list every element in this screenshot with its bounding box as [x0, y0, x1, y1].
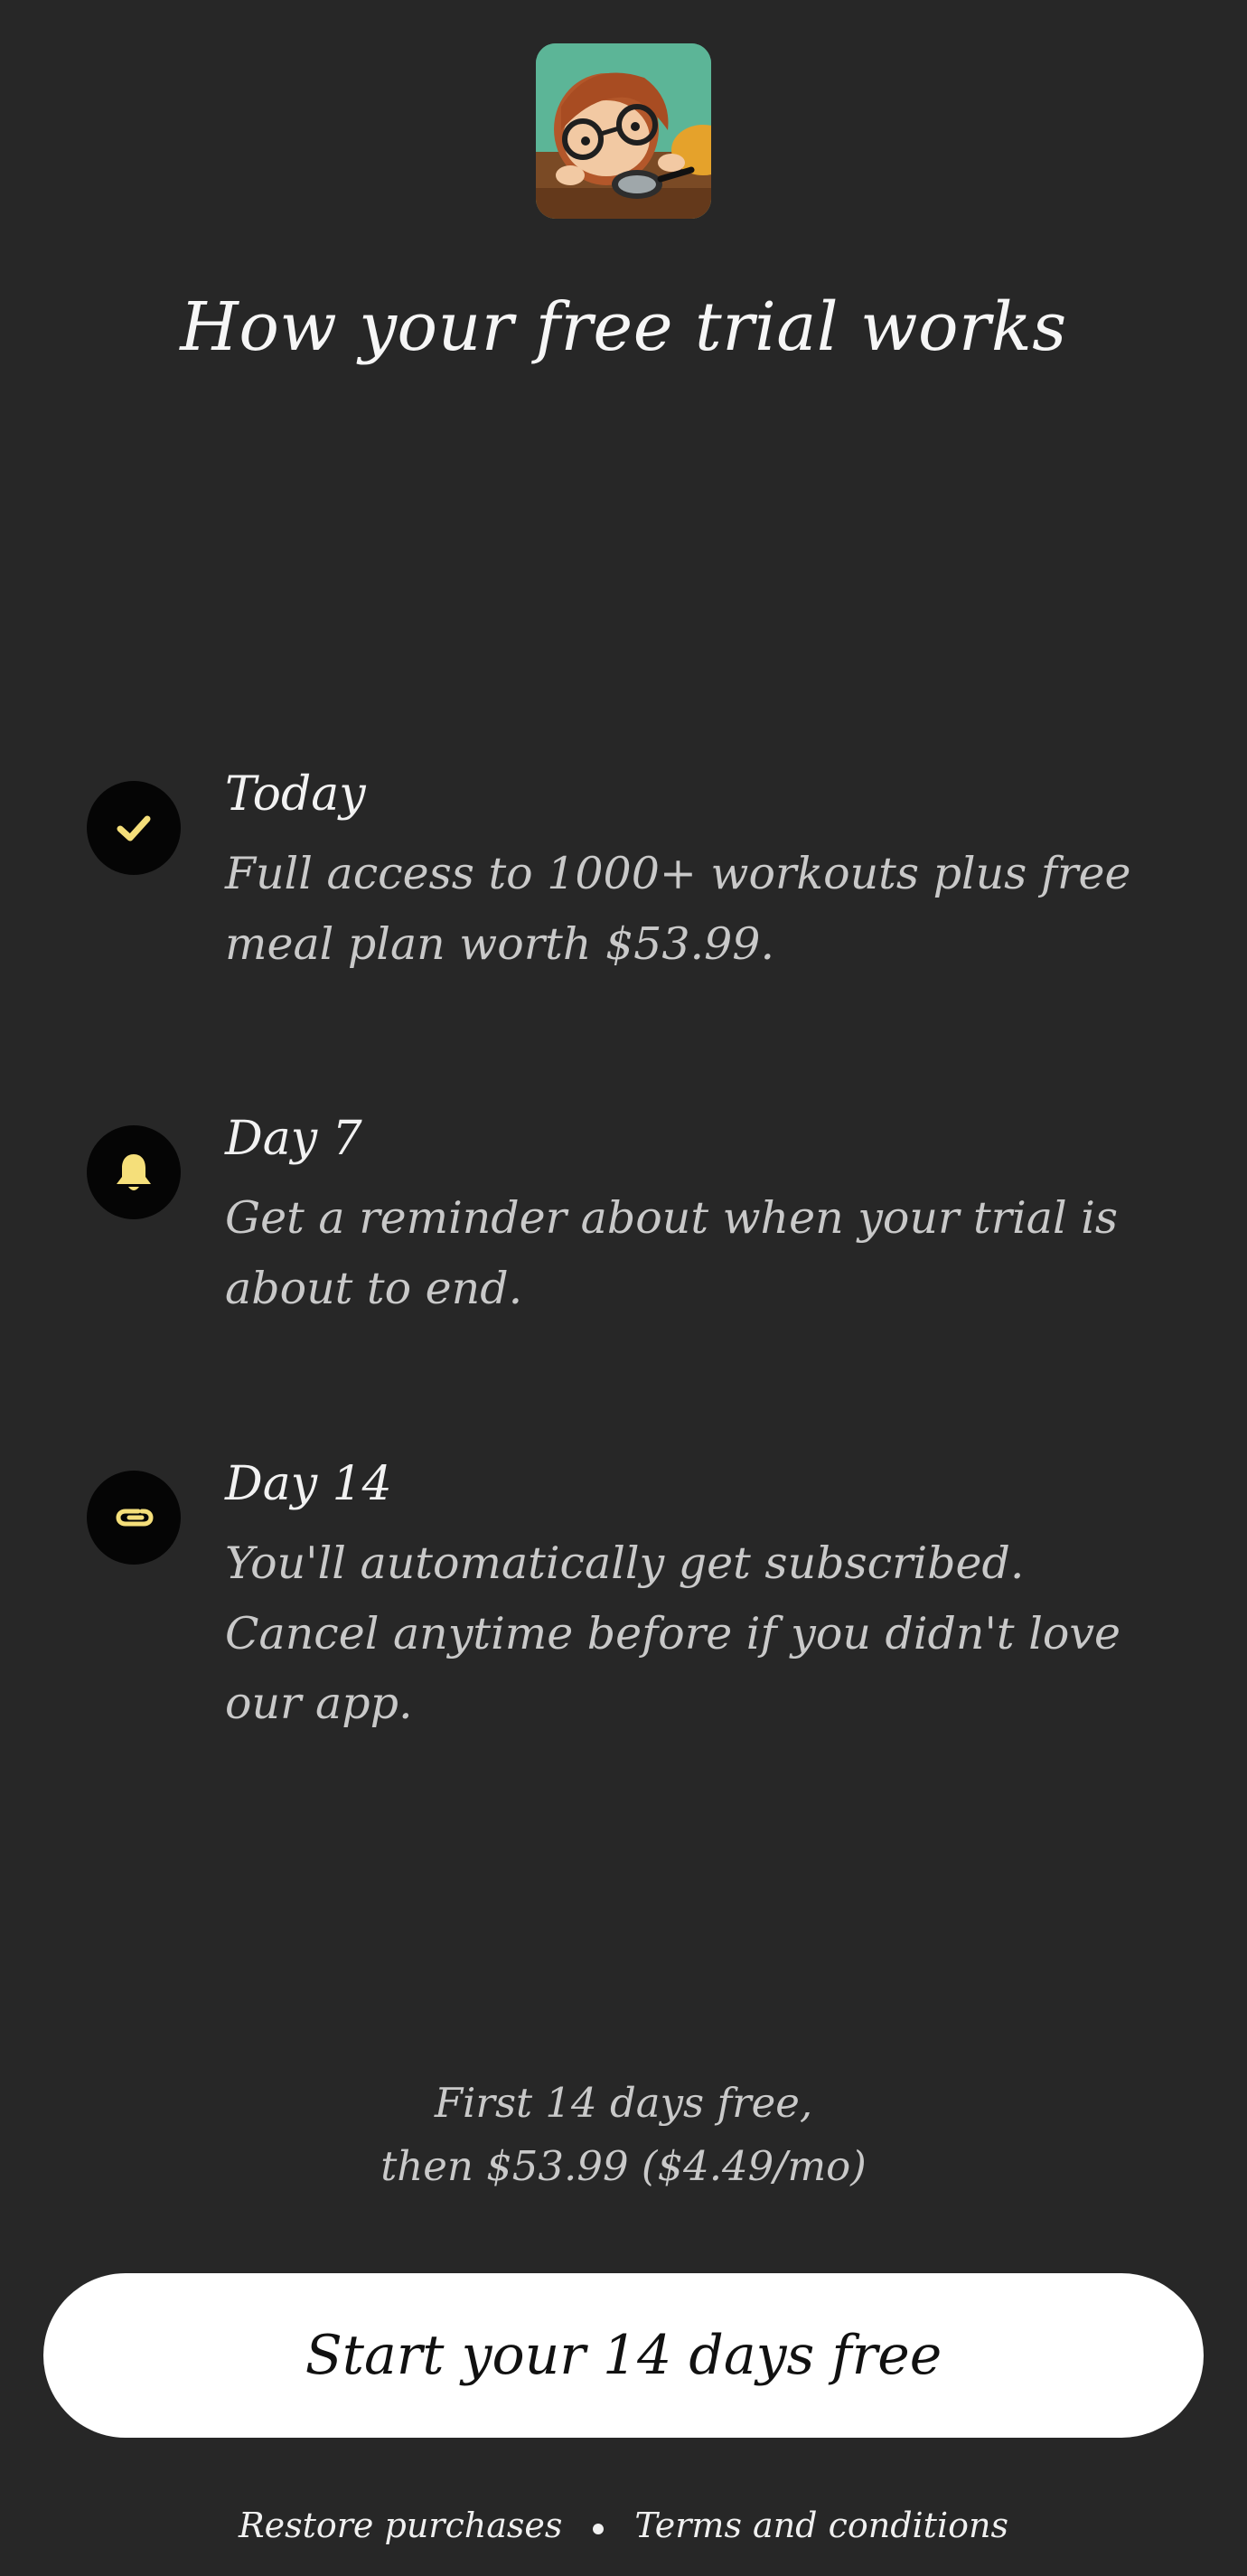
check-icon — [87, 781, 181, 875]
separator-dot — [593, 2524, 605, 2534]
timeline-heading: Today — [225, 767, 366, 822]
bell-icon — [87, 1125, 181, 1219]
app-logo-illustration — [536, 43, 711, 219]
pricing-line-2: then $53.99 ($4.49/mo) — [380, 2141, 867, 2190]
timeline-heading: Day 14 — [225, 1457, 392, 1511]
start-trial-button[interactable]: Start your 14 days free — [43, 2273, 1204, 2438]
paperclip-icon — [87, 1471, 181, 1565]
pricing-line-1: First 14 days free, — [434, 2079, 813, 2127]
pricing-note: First 14 days free, then $53.99 ($4.49/m… — [0, 2072, 1247, 2198]
app-icon — [536, 43, 711, 219]
page-title: How your free trial works — [180, 288, 1067, 366]
timeline-description: Get a reminder about when your trial is … — [225, 1192, 1119, 1314]
timeline-heading: Day 7 — [225, 1112, 362, 1166]
footer-links: Restore purchases Terms and conditions — [0, 2505, 1247, 2545]
terms-link[interactable]: Terms and conditions — [634, 2505, 1008, 2545]
timeline-description: You'll automatically get subscribed. Can… — [225, 1537, 1121, 1730]
timeline-description: Full access to 1000+ workouts plus free … — [225, 848, 1131, 970]
restore-purchases-link[interactable]: Restore purchases — [239, 2505, 562, 2545]
